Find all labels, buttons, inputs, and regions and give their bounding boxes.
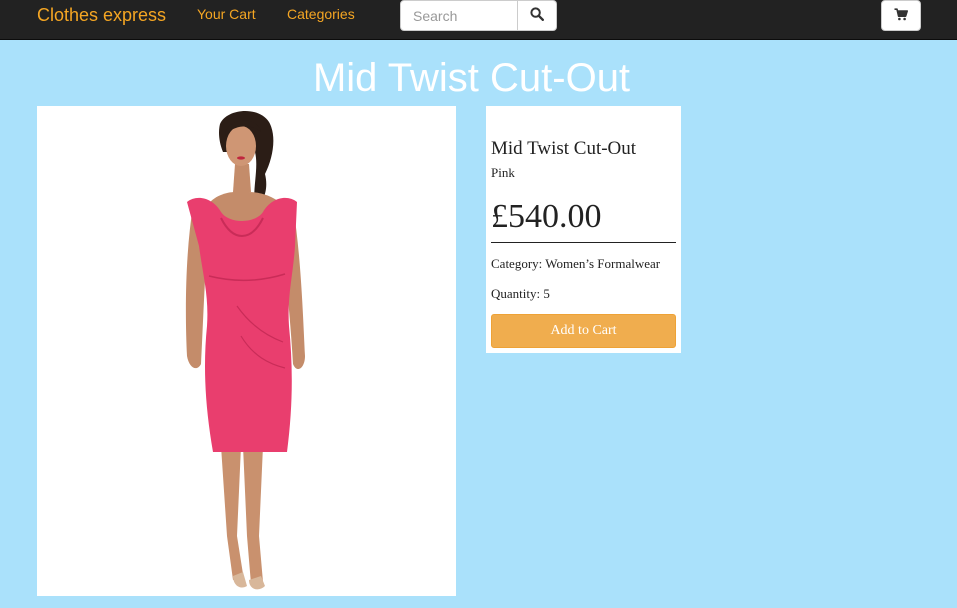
search-button[interactable] [518,0,557,31]
product-image [37,106,456,596]
brand-link[interactable]: Clothes express [37,5,166,25]
nav-your-cart-link[interactable]: Your Cart [197,6,256,22]
product-quantity: Quantity: 5 [491,286,550,301]
cart-button[interactable] [881,0,921,31]
search-input[interactable] [400,0,518,31]
nav-categories-link[interactable]: Categories [287,6,355,22]
product-photo-illustration [185,110,305,590]
add-to-cart-button[interactable]: Add to Cart [491,314,676,348]
cart-icon [894,7,908,24]
product-name: Mid Twist Cut-Out [491,138,637,159]
search-icon [530,7,545,24]
product-color: Pink [491,165,515,180]
product-price: £540.00 [491,198,602,235]
top-navbar: Clothes express Your Cart Categories [0,0,957,40]
page-title: Mid Twist Cut-Out [312,56,631,100]
product-category: Category: Women’s Formalwear [491,256,661,271]
product-details-panel: Mid Twist Cut-Out Pink £540.00 Category:… [486,106,681,353]
price-divider [491,242,676,243]
search-form [400,0,557,31]
